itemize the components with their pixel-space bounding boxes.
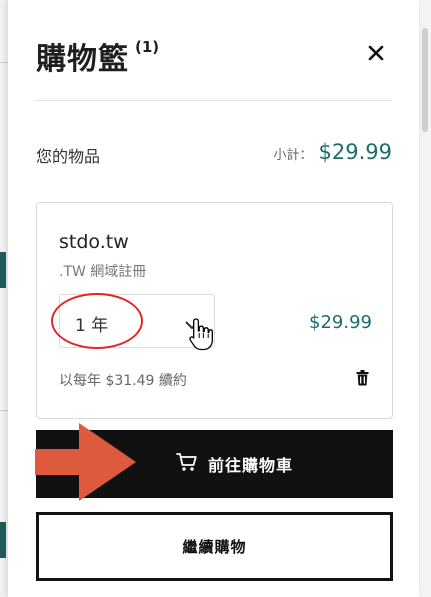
cart-panel: 購物籃 (1) 您的物品 小計： $29.99 stdo.tw .TW 網域註冊… — [8, 0, 419, 597]
background-divider — [0, 62, 8, 63]
arrow-right-icon — [35, 423, 137, 505]
continue-shopping-button[interactable]: 繼續購物 — [36, 512, 393, 581]
cart-icon — [176, 452, 198, 476]
hand-cursor-icon — [189, 317, 213, 355]
cart-title: 購物籃 — [36, 42, 129, 77]
trash-icon[interactable] — [356, 370, 369, 390]
background-accent — [0, 252, 6, 288]
subtotal: 小計： $29.99 — [274, 140, 393, 164]
cart-count: (1) — [135, 38, 160, 56]
annotation-ellipse — [51, 293, 143, 349]
items-label: 您的物品 — [36, 147, 101, 166]
scrollbar[interactable] — [418, 0, 431, 597]
domain-type: .TW 網域註冊 — [59, 264, 147, 280]
close-icon[interactable] — [368, 44, 384, 66]
background-divider — [0, 410, 8, 411]
checkout-label: 前往購物車 — [207, 456, 293, 475]
scrollbar-thumb[interactable] — [422, 28, 428, 132]
continue-shopping-label: 繼續購物 — [182, 538, 247, 556]
background-page — [0, 0, 8, 597]
cart-header: 購物籃 (1) — [36, 34, 159, 78]
item-price: $29.99 — [309, 312, 372, 333]
renewal-text: 以每年 $31.49 續約 — [59, 373, 187, 389]
cart-item-card: stdo.tw .TW 網域註冊 1 年 $29.99 以每年 $31.49 續… — [36, 202, 393, 419]
header-divider — [36, 100, 392, 101]
background-accent — [0, 522, 6, 558]
subtotal-value: $29.99 — [318, 140, 392, 164]
domain-name: stdo.tw — [59, 231, 129, 253]
subtotal-label: 小計： — [273, 148, 313, 163]
